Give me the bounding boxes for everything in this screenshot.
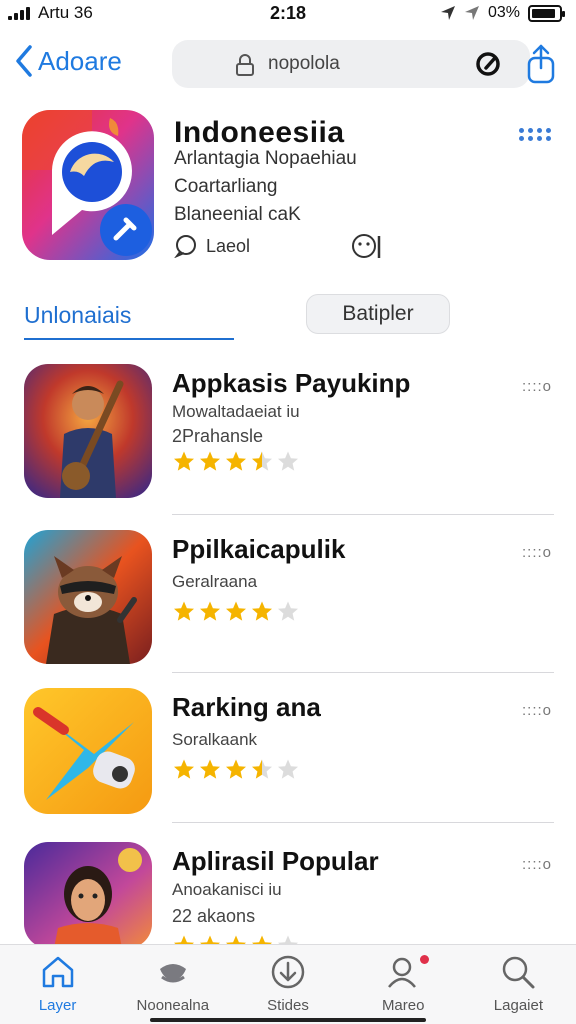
divider xyxy=(172,822,554,823)
search-icon xyxy=(503,956,535,989)
game-icon-raccoon xyxy=(24,530,152,664)
star-icon xyxy=(278,601,298,621)
app-link-label: Laeol xyxy=(206,235,251,256)
star-icon xyxy=(174,759,194,779)
address-text: nopolola xyxy=(268,53,340,74)
tab-search[interactable]: Lagaiet xyxy=(461,945,576,1024)
tab-account[interactable]: Mareo xyxy=(346,945,461,1024)
more-options-icon[interactable]: ::::o xyxy=(522,702,552,719)
star-icon xyxy=(278,451,298,471)
download-icon xyxy=(271,955,305,989)
lock-icon xyxy=(236,54,254,76)
location-arrow-icon-2 xyxy=(464,6,479,20)
reviews-icon[interactable] xyxy=(350,232,384,262)
star-rating xyxy=(172,450,300,474)
battery-icon xyxy=(528,4,565,22)
star-icon xyxy=(226,601,246,621)
list-item[interactable]: Rarking ana Soralkaank ::::o xyxy=(0,684,576,834)
star-icon xyxy=(252,601,272,621)
star-icon xyxy=(200,451,220,471)
list-item[interactable]: Appkasis Payukinp Mowaltadaeiat iu 2Prah… xyxy=(0,360,576,510)
tab-secondary-button[interactable]: Batipler xyxy=(306,294,450,334)
chevron-left-icon xyxy=(16,45,32,77)
app-category: 22 akaons xyxy=(172,906,256,926)
tab-active[interactable]: Unlonaiais xyxy=(24,302,131,329)
game-icon-musician xyxy=(24,364,152,498)
star-icon xyxy=(200,601,220,621)
app-header: Indoneesiia Arlantagia Nopaehiau Coartar… xyxy=(0,110,576,270)
app-developer: Anoakanisci iu xyxy=(172,880,282,899)
more-options-icon[interactable]: ::::o xyxy=(522,378,552,395)
battery-fill xyxy=(532,8,556,18)
back-button[interactable]: Adoare xyxy=(14,44,122,78)
app-developer: Mowaltadaeiat iu xyxy=(172,402,300,421)
game-icon-rocket xyxy=(24,688,152,814)
more-options-icon[interactable] xyxy=(519,128,552,141)
signal-icon xyxy=(8,6,30,20)
reload-icon[interactable] xyxy=(474,50,502,78)
tab-underline xyxy=(24,338,234,340)
tab-home[interactable]: Layer xyxy=(0,945,115,1024)
back-label: Adoare xyxy=(38,45,122,76)
chat-bubble-icon xyxy=(174,235,196,258)
app-name: Rarking ana xyxy=(172,692,321,722)
share-icon[interactable] xyxy=(526,42,556,86)
tab-label: Noonealna xyxy=(136,997,210,1014)
star-rating xyxy=(172,758,300,782)
app-name: Ppilkaicapulik xyxy=(172,534,346,564)
status-bar: Artu 36 2:18 03% xyxy=(0,0,576,26)
more-options-icon[interactable]: ::::o xyxy=(522,544,552,561)
divider xyxy=(172,672,554,673)
person-icon xyxy=(388,957,417,988)
app-name: Aplirasil Popular xyxy=(172,846,379,876)
app-title: Indoneesiia xyxy=(174,116,345,149)
app-developer: Soralkaank xyxy=(172,730,258,749)
carrier-label: Artu 36 xyxy=(38,3,93,22)
star-icon xyxy=(252,759,272,779)
app-subtitle: Arlantagia Nopaehiau xyxy=(174,148,357,169)
star-icon xyxy=(174,601,194,621)
app-developer: Geralraana xyxy=(172,572,258,591)
star-icon xyxy=(226,451,246,471)
divider xyxy=(172,514,554,515)
tab-label: Layer xyxy=(38,997,77,1014)
star-icon xyxy=(174,451,194,471)
home-icon xyxy=(42,956,73,988)
star-icon xyxy=(200,759,220,779)
app-name: Appkasis Payukinp xyxy=(172,368,411,398)
tab-stack[interactable]: Noonealna xyxy=(115,945,230,1024)
star-icon xyxy=(226,759,246,779)
stack-icon xyxy=(159,964,186,983)
star-rating xyxy=(172,600,300,624)
app-category: Coartarliang xyxy=(174,176,278,197)
status-right: 03% xyxy=(440,4,565,22)
tab-label: Stides xyxy=(267,997,309,1014)
chat-bubble-logo-icon xyxy=(22,110,154,260)
star-icon xyxy=(252,451,272,471)
tab-downloads[interactable]: Stides xyxy=(230,945,345,1024)
tab-label: Mareo xyxy=(381,997,425,1014)
address-bar[interactable]: nopolola xyxy=(172,40,530,88)
more-options-icon[interactable]: ::::o xyxy=(522,856,552,873)
app-developer: Blaneenial caK xyxy=(174,204,301,225)
battery-percent: 03% xyxy=(487,4,520,21)
app-icon[interactable] xyxy=(22,110,154,260)
location-arrow-icon xyxy=(440,6,455,20)
status-left: Artu 36 xyxy=(8,3,93,23)
tab-bar: Layer Noonealna Stides Mareo Lagaiet xyxy=(0,944,576,1024)
nav-bar: Adoare nopolola xyxy=(0,36,576,96)
notification-badge xyxy=(419,955,429,964)
segment-tabs: Unlonaiais Batipler xyxy=(0,290,576,346)
app-link[interactable]: Laeol xyxy=(174,234,250,258)
star-icon xyxy=(278,759,298,779)
home-indicator xyxy=(150,1018,426,1022)
tab-label: Lagaiet xyxy=(493,997,544,1014)
game-icon-character xyxy=(24,842,152,948)
app-category: 2Prahansle xyxy=(172,426,264,446)
list-item[interactable]: Ppilkaicapulik Geralraana ::::o xyxy=(0,526,576,676)
